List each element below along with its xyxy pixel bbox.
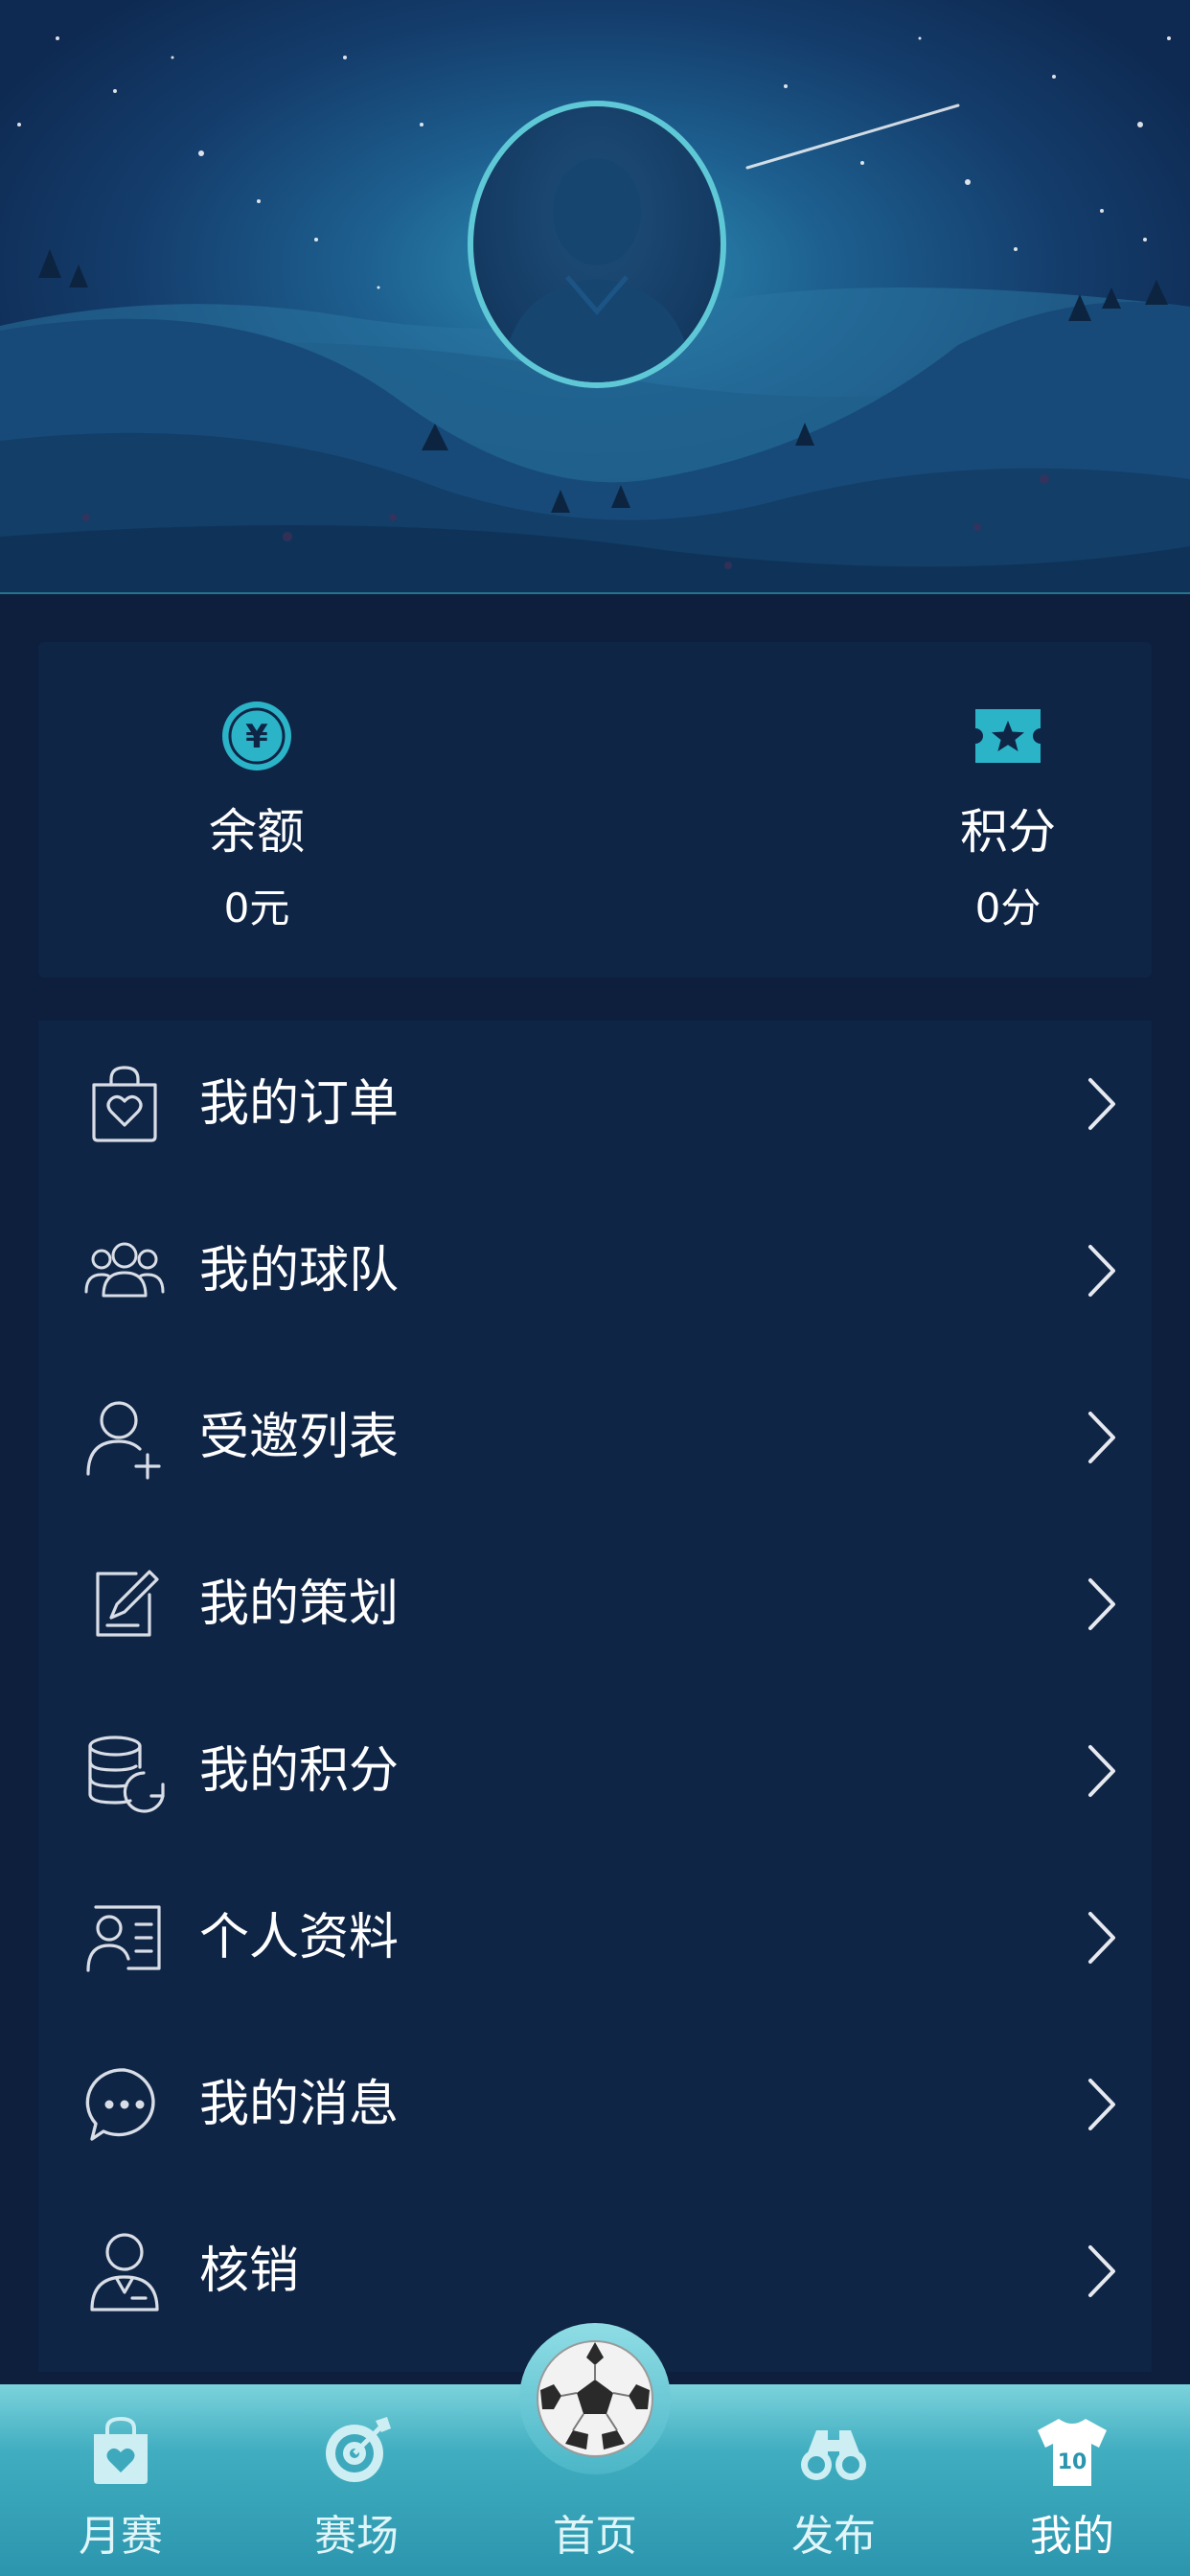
balance-stat[interactable]: ¥ 余额 0元: [113, 700, 400, 934]
ticket-star-icon: [975, 709, 1041, 763]
menu-label: 核销: [199, 2242, 300, 2300]
yen-coin-icon: ¥: [222, 702, 291, 770]
chat-bubble-icon: [85, 2068, 155, 2141]
jersey-icon: 10: [1038, 2419, 1107, 2486]
user-badge-icon: [90, 2233, 159, 2312]
jersey-number: 10: [1058, 2450, 1087, 2474]
shopping-bag-heart-icon: [92, 1066, 157, 1142]
chevron-right-icon: [1088, 1578, 1115, 1630]
menu-label: 我的球队: [199, 1242, 400, 1300]
points-stat[interactable]: 积分 0分: [864, 700, 1152, 934]
menu-label: 我的积分: [199, 1742, 400, 1800]
team-group-icon: [84, 1242, 165, 1298]
tab-label: 我的: [1030, 2512, 1114, 2561]
tab-label: 发布: [791, 2512, 876, 2561]
stats-card: ¥ 余额 0元 积分 0分: [38, 642, 1152, 978]
menu-label: 我的策划: [199, 1576, 400, 1633]
target-icon: [326, 2417, 391, 2482]
soccer-ball-icon[interactable]: [533, 2336, 657, 2461]
profile-card-icon: [86, 1905, 161, 1972]
tab-arena[interactable]: 赛场: [270, 2384, 443, 2576]
balance-label: 余额: [209, 804, 305, 860]
chevron-right-icon: [1088, 1078, 1115, 1130]
menu-item-my-messages[interactable]: 我的消息: [38, 2021, 1152, 2188]
menu-item-my-plans[interactable]: 我的策划: [38, 1521, 1152, 1688]
chevron-right-icon: [1088, 2245, 1115, 2297]
chevron-right-icon: [1088, 2079, 1115, 2130]
menu-item-my-team[interactable]: 我的球队: [38, 1187, 1152, 1354]
chevron-right-icon: [1088, 1412, 1115, 1463]
user-add-icon: [86, 1401, 161, 1480]
tab-label: 首页: [553, 2512, 637, 2561]
points-label: 积分: [960, 804, 1056, 860]
chevron-right-icon: [1088, 1912, 1115, 1964]
profile-header: [0, 0, 1190, 594]
header-divider: [0, 592, 1190, 594]
menu-label: 我的消息: [199, 2076, 400, 2133]
default-user-silhouette-icon: [502, 158, 692, 382]
menu-label: 受邀列表: [199, 1409, 400, 1466]
coin-stack-icon: [88, 1736, 165, 1813]
balance-value: 0元: [223, 885, 290, 932]
menu-label: 个人资料: [199, 1909, 400, 1966]
chevron-right-icon: [1088, 1245, 1115, 1297]
svg-text:¥: ¥: [245, 718, 268, 756]
binoculars-icon: [801, 2430, 866, 2480]
tab-publish[interactable]: 发布: [747, 2384, 920, 2576]
menu-item-profile[interactable]: 个人资料: [38, 1854, 1152, 2021]
menu-item-invite-list[interactable]: 受邀列表: [38, 1354, 1152, 1521]
tab-monthly-match[interactable]: 月赛: [34, 2384, 207, 2576]
bag-heart-icon: [94, 2416, 148, 2484]
menu-item-my-points[interactable]: 我的积分: [38, 1688, 1152, 1854]
tab-label: 月赛: [79, 2512, 163, 2561]
tab-mine[interactable]: 10 我的: [986, 2384, 1158, 2576]
edit-document-icon: [96, 1570, 159, 1637]
menu-list: 我的订单 我的球队 受邀列表 我的策划 我的积分 个人资料 我的消息 核销: [38, 1021, 1152, 2372]
menu-label: 我的订单: [199, 1075, 400, 1133]
tab-label: 赛场: [314, 2512, 399, 2561]
chevron-right-icon: [1088, 1745, 1115, 1797]
menu-item-my-orders[interactable]: 我的订单: [38, 1021, 1152, 1187]
avatar[interactable]: [468, 101, 726, 388]
points-value: 0分: [974, 885, 1041, 932]
